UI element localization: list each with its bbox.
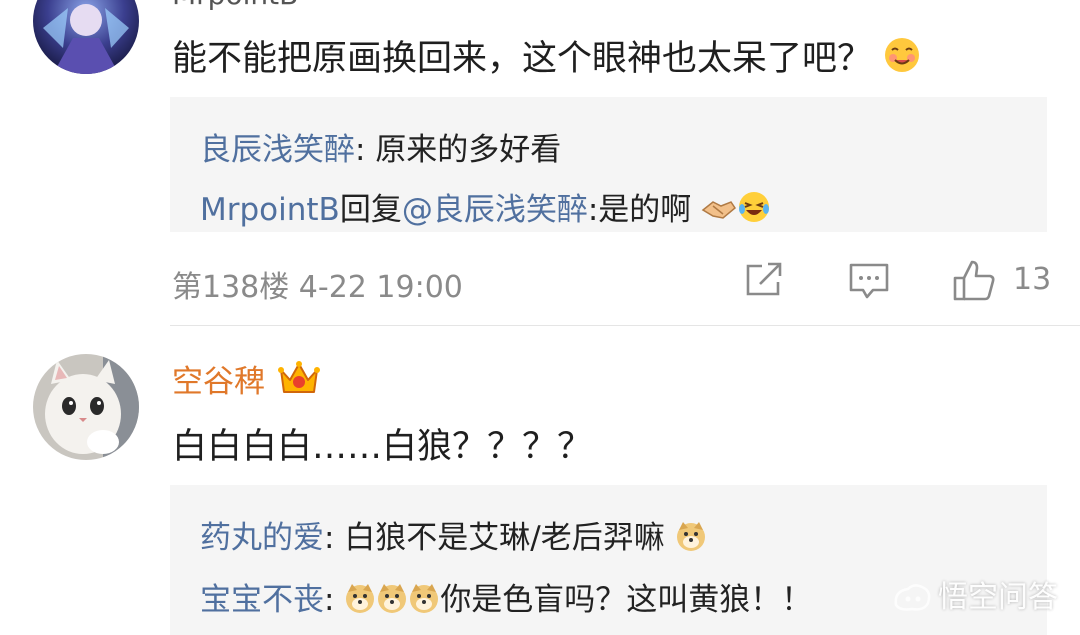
reply-1: 良辰浅笑醉: 原来的多好看 <box>200 132 562 168</box>
doge-icon <box>376 582 408 622</box>
reply-button[interactable] <box>849 262 889 304</box>
comment-body: 白白白白……白狼？？？？ <box>172 427 593 467</box>
avatar-mrpointb[interactable] <box>33 0 139 74</box>
share-button[interactable] <box>744 262 784 302</box>
yum-face-icon <box>883 36 921 83</box>
comment2-header: 空谷稗 <box>172 356 321 402</box>
reply-2: 宝宝不丧: 你是色盲吗？这叫黄狼！！ <box>200 574 812 622</box>
crown-icon <box>278 358 321 402</box>
reply-user[interactable]: MrpointB <box>200 192 340 228</box>
doge-icon <box>344 582 376 622</box>
like-count: 13 <box>1013 262 1052 297</box>
divider <box>170 325 1080 326</box>
handshake-icon <box>701 194 737 232</box>
comment-icon <box>849 263 889 299</box>
username-mrpointb[interactable]: MrpointB <box>172 0 298 11</box>
doge-icon <box>408 582 440 622</box>
reply-2: MrpointB回复@良辰浅笑醉:是的啊 <box>200 184 771 232</box>
comment-meta: 第138楼 4-22 19:00 <box>172 270 463 305</box>
thumbs-up-icon <box>953 260 995 301</box>
mention-link[interactable]: @良辰浅笑醉 <box>402 192 588 228</box>
reply-1: 药丸的爱: 白狼不是艾琳/老后羿嘛 <box>200 512 707 560</box>
watermark: 悟空问答 <box>892 572 1058 621</box>
reply-user[interactable]: 药丸的爱 <box>200 520 324 556</box>
reply-box-1[interactable]: 良辰浅笑醉: 原来的多好看 MrpointB回复@良辰浅笑醉:是的啊 <box>170 97 1047 232</box>
like-button[interactable] <box>952 258 996 306</box>
username-kongubai[interactable]: 空谷稗 <box>172 364 265 400</box>
reply-user[interactable]: 良辰浅笑醉 <box>200 132 355 168</box>
comment-text: 能不能把原画换回来，这个眼神也太呆了吧？ <box>172 30 921 83</box>
avatar-kongubai[interactable] <box>33 354 139 460</box>
comment-body: 能不能把原画换回来，这个眼神也太呆了吧？ <box>172 39 873 79</box>
reply-user[interactable]: 宝宝不丧 <box>200 582 324 618</box>
share-icon <box>746 262 782 296</box>
wukong-logo-icon <box>892 581 932 621</box>
doge-icon <box>675 520 707 560</box>
laughing-tears-icon <box>737 190 771 232</box>
